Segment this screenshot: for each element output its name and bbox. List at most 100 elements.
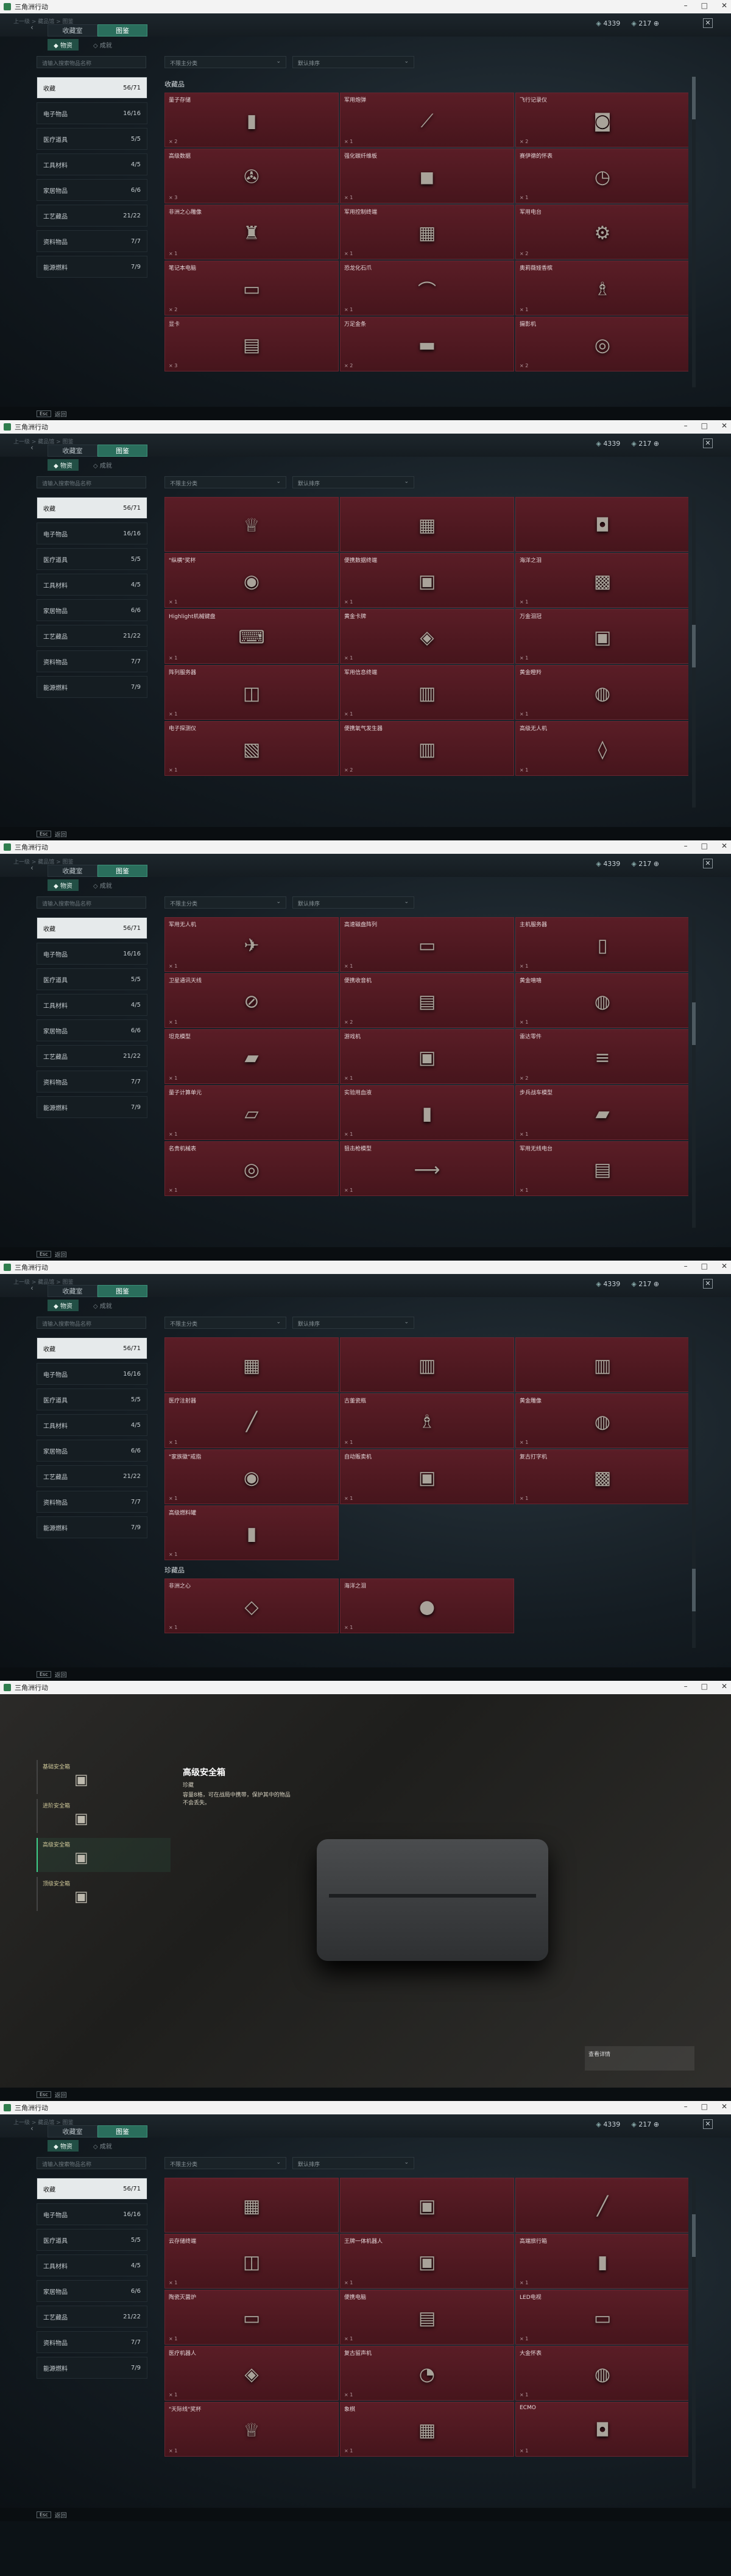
item-card[interactable]: 便携电脑 ▤ × 1	[340, 2290, 514, 2345]
close-window-button[interactable]: ✕	[721, 421, 727, 430]
sidebar-item[interactable]: 工艺藏品 21/22	[37, 1045, 147, 1067]
search-input[interactable]: 请输入搜索物品名称	[37, 476, 146, 488]
search-input[interactable]: 请输入搜索物品名称	[37, 896, 146, 909]
item-card[interactable]: ▥	[515, 1337, 688, 1392]
item-card[interactable]: 卫星通讯天线 ⊘ × 1	[164, 973, 339, 1028]
scrollbar[interactable]	[692, 2178, 696, 2488]
search-input[interactable]: 请输入搜索物品名称	[37, 1317, 146, 1329]
sidebar-item[interactable]: 电子物品 16/16	[37, 1363, 147, 1385]
item-card[interactable]: 便携氧气发生器 ▥ × 2	[340, 721, 514, 776]
subtab-achievements[interactable]: ◇ 成就	[87, 2140, 118, 2152]
subtab-achievements[interactable]: ◇ 成就	[87, 1300, 118, 1311]
close-window-button[interactable]: ✕	[721, 842, 727, 850]
esc-key-hint[interactable]: Esc	[37, 1250, 51, 1258]
sidebar-item[interactable]: 家居物品 6/6	[37, 1019, 147, 1041]
item-card[interactable]: 军用电台 ⚙ × 2	[515, 205, 688, 259]
subtab-items[interactable]: ◆ 物资	[48, 2140, 79, 2152]
item-card[interactable]: LED电视 ▭ × 1	[515, 2290, 688, 2345]
sidebar-item[interactable]: 资料物品 7/7	[37, 1071, 147, 1093]
sidebar-item[interactable]: 收藏 56/71	[37, 497, 147, 519]
esc-key-hint[interactable]: Esc	[37, 830, 51, 837]
maximize-button[interactable]: □	[701, 1262, 708, 1270]
case-list-item[interactable]: 高级安全箱 ▣	[37, 1838, 171, 1872]
item-card[interactable]: Highlight机械键盘 ⌨ × 1	[164, 609, 339, 664]
item-card[interactable]: 笔记本电脑 ▭ × 2	[164, 261, 339, 315]
case-list-item[interactable]: 顶级安全箱 ▣	[37, 1877, 171, 1911]
close-panel-button[interactable]: ✕	[703, 1279, 713, 1289]
scrollbar[interactable]	[692, 77, 696, 387]
item-card[interactable]: 复古留声机 ◔ × 1	[340, 2346, 514, 2401]
tab-codex[interactable]: 图鉴	[97, 1285, 147, 1297]
item-card[interactable]: 坦克模型 ▰ × 1	[164, 1029, 339, 1084]
back-arrow-icon[interactable]: ‹	[30, 2124, 34, 2133]
item-card[interactable]: ╱	[515, 2178, 688, 2233]
close-window-button[interactable]: ✕	[721, 2102, 727, 2111]
maximize-button[interactable]: □	[701, 421, 708, 430]
sort-dropdown[interactable]: 默认排序 ⌄	[292, 476, 414, 488]
item-card[interactable]: 非洲之心雕像 ♜ × 1	[164, 205, 339, 259]
item-card[interactable]: 高级无人机 ◊ × 1	[515, 721, 688, 776]
sidebar-item[interactable]: 能源燃料 7/9	[37, 256, 147, 278]
maximize-button[interactable]: □	[701, 2102, 708, 2111]
sort-dropdown[interactable]: 默认排序 ⌄	[292, 56, 414, 68]
item-card[interactable]: 高速磁盘阵列 ▭ × 1	[340, 917, 514, 972]
item-card[interactable]: ▦	[340, 497, 514, 552]
item-card[interactable]: 便携收音机 ▤ × 2	[340, 973, 514, 1028]
scrollbar-thumb[interactable]	[692, 625, 696, 667]
item-card[interactable]: 电子探测仪 ▧ × 1	[164, 721, 339, 776]
category-dropdown[interactable]: 不限主分类 ⌄	[164, 896, 286, 909]
item-card[interactable]: 军用无线电台 ▤ × 1	[515, 1141, 688, 1196]
item-card[interactable]: 军用无人机 ✈ × 1	[164, 917, 339, 972]
minimize-button[interactable]: –	[684, 1, 688, 10]
back-arrow-icon[interactable]: ‹	[30, 1284, 34, 1292]
subtab-items[interactable]: ◆ 物资	[48, 879, 79, 891]
item-card[interactable]: 海洋之泪 ▩ × 1	[515, 553, 688, 608]
esc-key-hint[interactable]: Esc	[37, 410, 51, 417]
tab-codex[interactable]: 图鉴	[97, 2125, 147, 2138]
sidebar-item[interactable]: 电子物品 16/16	[37, 523, 147, 544]
scrollbar[interactable]	[692, 917, 696, 1228]
sidebar-item[interactable]: 工具材料 4/5	[37, 2254, 147, 2276]
subtab-items[interactable]: ◆ 物资	[48, 39, 79, 51]
item-card[interactable]: 万金泪冠 ▣ × 1	[515, 609, 688, 664]
scrollbar-thumb[interactable]	[692, 77, 696, 119]
tab-codex[interactable]: 图鉴	[97, 445, 147, 457]
esc-key-hint[interactable]: Esc	[37, 2091, 51, 2098]
sidebar-item[interactable]: 医疗道具 5/5	[37, 1388, 147, 1410]
subtab-achievements[interactable]: ◇ 成就	[87, 459, 118, 471]
item-card[interactable]: 奥莉薇娅香槟 ♗ × 1	[515, 261, 688, 315]
esc-key-hint[interactable]: Esc	[37, 1670, 51, 1678]
item-card[interactable]: 大金怀表 ◍ × 1	[515, 2346, 688, 2401]
item-card[interactable]: ▦	[164, 1337, 339, 1392]
sidebar-item[interactable]: 工具材料 4/5	[37, 153, 147, 175]
sidebar-item[interactable]: 工具材料 4/5	[37, 994, 147, 1016]
sidebar-item[interactable]: 能源燃料 7/9	[37, 676, 147, 698]
sidebar-item[interactable]: 工艺藏品 21/22	[37, 205, 147, 227]
item-card[interactable]: 王牌一体机器人 ▣ × 1	[340, 2234, 514, 2289]
item-card[interactable]: 实验用血液 ▮ × 1	[340, 1085, 514, 1140]
item-card[interactable]: "纵横"奖杯 ◉ × 1	[164, 553, 339, 608]
sidebar-item[interactable]: 家居物品 6/6	[37, 2280, 147, 2302]
sidebar-item[interactable]: 家居物品 6/6	[37, 1440, 147, 1462]
maximize-button[interactable]: □	[701, 1682, 708, 1691]
minimize-button[interactable]: –	[684, 1262, 688, 1270]
sidebar-item[interactable]: 资料物品 7/7	[37, 650, 147, 672]
sidebar-item[interactable]: 能源燃料 7/9	[37, 2357, 147, 2379]
item-card[interactable]: 量子存储 ▮ × 2	[164, 93, 339, 147]
category-dropdown[interactable]: 不限主分类 ⌄	[164, 476, 286, 488]
subtab-items[interactable]: ◆ 物资	[48, 1300, 79, 1311]
scrollbar-thumb[interactable]	[692, 2214, 696, 2257]
item-card[interactable]: 高端旅行箱 ▮ × 1	[515, 2234, 688, 2289]
item-card[interactable]: ▣	[340, 2178, 514, 2233]
item-card[interactable]: 黄金卡牌 ◈ × 1	[340, 609, 514, 664]
item-card[interactable]: 复古打字机 ▩ × 1	[515, 1449, 688, 1504]
item-card[interactable]: 军用炮弹 ⟋ × 1	[340, 93, 514, 147]
minimize-button[interactable]: –	[684, 421, 688, 430]
item-card[interactable]: 海洋之泪 ● × 1	[340, 1578, 514, 1633]
sort-dropdown[interactable]: 默认排序 ⌄	[292, 896, 414, 909]
item-card[interactable]: 强化碳纤维板 ◼ × 1	[340, 149, 514, 203]
sidebar-item[interactable]: 医疗道具 5/5	[37, 2229, 147, 2251]
item-card[interactable]: 自动贩卖机 ▣ × 1	[340, 1449, 514, 1504]
sidebar-item[interactable]: 工具材料 4/5	[37, 574, 147, 596]
scrollbar-thumb[interactable]	[692, 1002, 696, 1045]
